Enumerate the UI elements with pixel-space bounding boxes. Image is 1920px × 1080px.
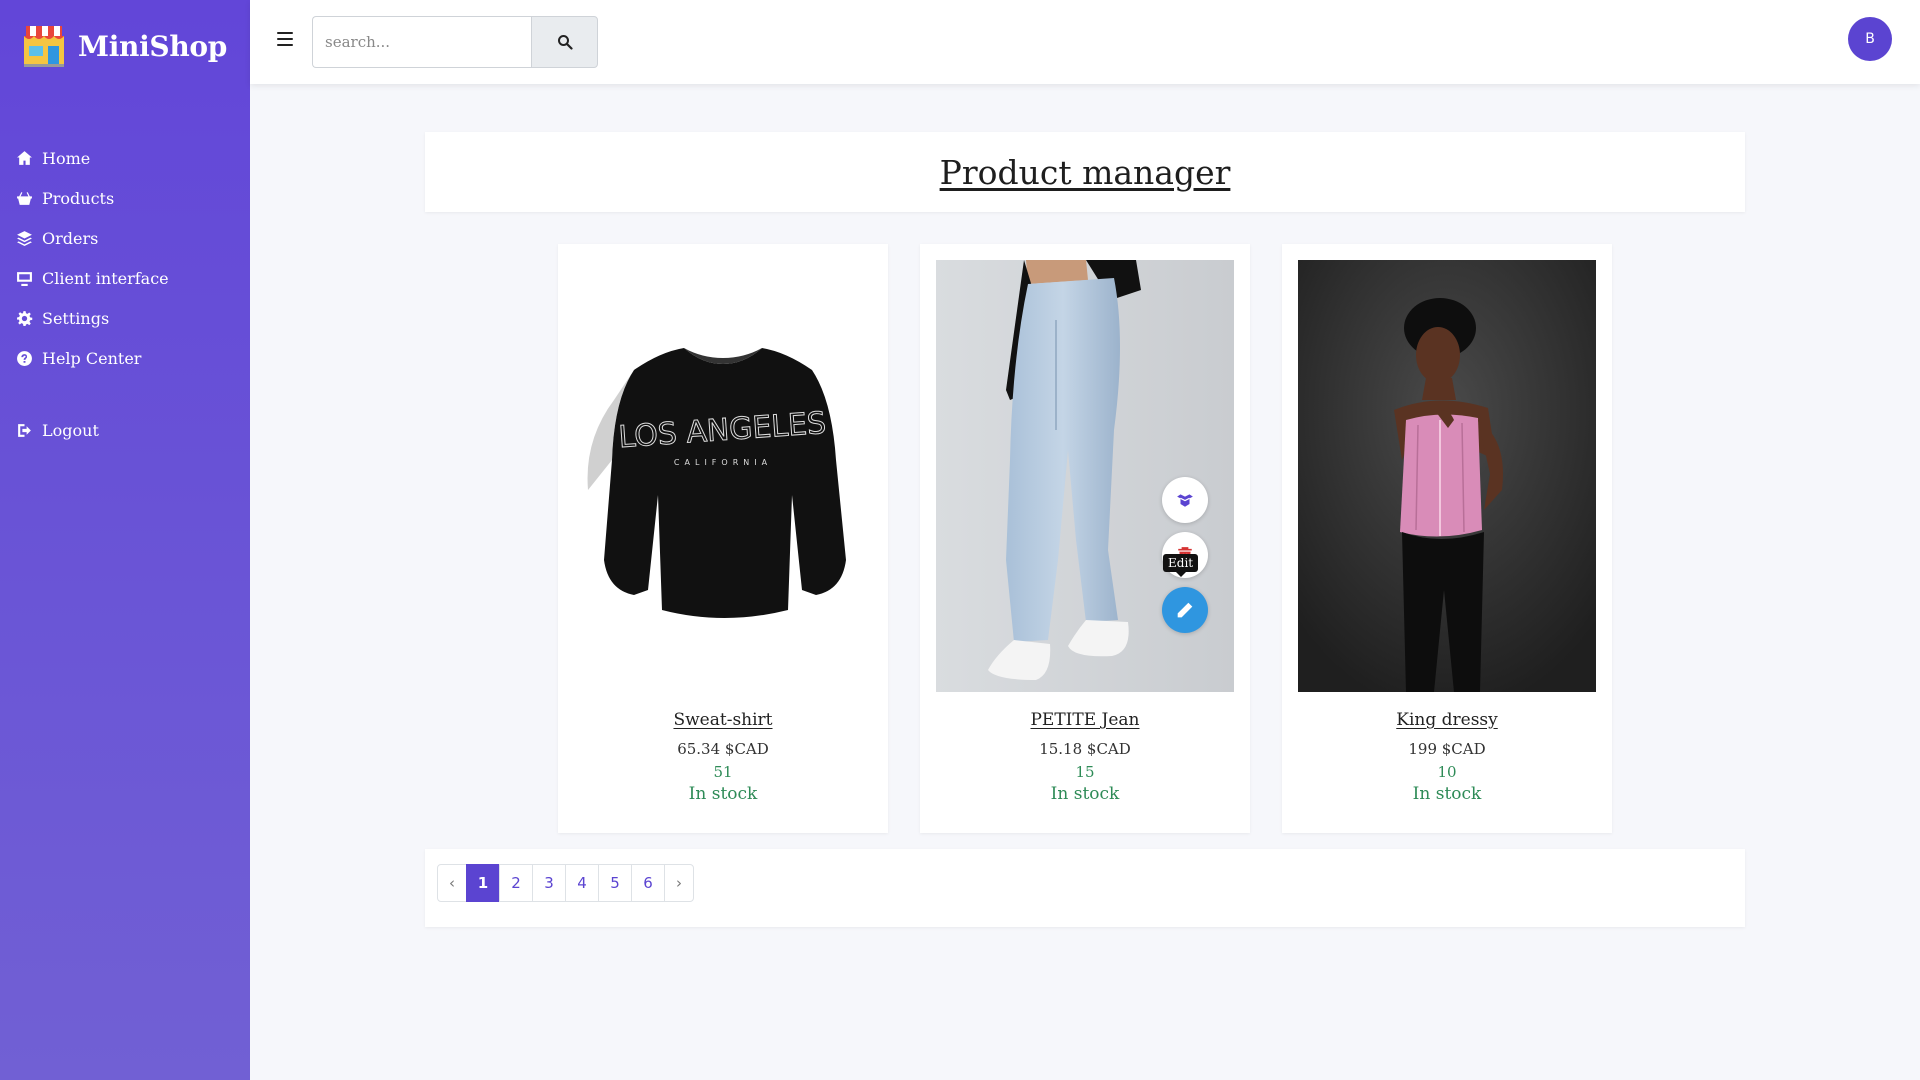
logout-icon — [18, 423, 31, 437]
product-card[interactable]: Edit PETITE Jean 15.18 $CAD 15 In stock — [920, 244, 1250, 833]
page-button-5[interactable]: 5 — [598, 864, 632, 902]
page-button-6[interactable]: 6 — [631, 864, 665, 902]
logout-label: Logout — [42, 420, 99, 440]
product-name[interactable]: King dressy — [1282, 710, 1612, 730]
sidebar-item-help-center[interactable]: Help Center — [16, 338, 169, 378]
product-image: LOS ANGELES CALIFORNIA — [574, 260, 872, 692]
product-price: 65.34 $CAD — [677, 740, 769, 758]
pagination-card: ‹ 1 2 3 4 5 6 › — [425, 849, 1745, 927]
pagination: ‹ 1 2 3 4 5 6 › — [437, 864, 694, 902]
logout-button[interactable]: Logout — [16, 410, 169, 450]
sidebar-item-settings[interactable]: Settings — [16, 298, 169, 338]
product-card[interactable]: King dressy 199 $CAD 10 In stock — [1282, 244, 1612, 833]
product-price: 15.18 $CAD — [1039, 740, 1131, 758]
sidebar-item-label: Products — [42, 188, 115, 208]
stock-status: In stock — [1050, 784, 1120, 804]
svg-text:CALIFORNIA: CALIFORNIA — [674, 458, 772, 467]
page-button-4[interactable]: 4 — [565, 864, 599, 902]
question-circle-icon — [17, 350, 32, 366]
hamburger-line — [277, 32, 293, 34]
sidebar-item-label: Help Center — [42, 348, 142, 368]
sidebar-item-label: Orders — [42, 228, 99, 248]
page-button-2[interactable]: 2 — [499, 864, 533, 902]
sidebar-item-orders[interactable]: Orders — [16, 218, 169, 258]
product-quantity: 15 — [1075, 763, 1095, 781]
basket-icon — [17, 191, 32, 205]
monitor-icon — [17, 271, 32, 286]
sweatshirt-image: LOS ANGELES CALIFORNIA — [574, 260, 872, 692]
sidebar-item-home[interactable]: Home — [16, 138, 169, 178]
prev-page-button[interactable]: ‹ — [437, 864, 467, 902]
stock-status: In stock — [1412, 784, 1482, 804]
product-name[interactable]: PETITE Jean — [920, 710, 1250, 730]
hamburger-line — [277, 38, 293, 40]
brand[interactable]: MiniShop — [20, 22, 227, 70]
stock-action-button[interactable] — [1162, 477, 1208, 523]
edit-tooltip: Edit — [1163, 554, 1199, 577]
sidebar-item-label: Home — [42, 148, 91, 168]
product-name[interactable]: Sweat-shirt — [558, 710, 888, 730]
nav-spacer — [16, 378, 169, 410]
search-bar — [312, 16, 598, 68]
layers-icon — [17, 230, 32, 246]
stock-status: In stock — [688, 784, 758, 804]
sidebar: MiniShop Home Products Orders Client int… — [0, 0, 250, 1080]
product-price: 199 $CAD — [1408, 740, 1486, 758]
pencil-icon — [1177, 602, 1193, 618]
page-button-1[interactable]: 1 — [466, 864, 500, 902]
product-quantity: 51 — [713, 763, 733, 781]
page-title: Product manager — [939, 152, 1231, 192]
box-open-icon — [1177, 494, 1193, 507]
sidebar-nav: Home Products Orders Client interface Se… — [16, 138, 169, 450]
topbar: B — [250, 0, 1920, 84]
search-button[interactable] — [531, 16, 598, 68]
page-title-card: Product manager — [425, 132, 1745, 212]
sidebar-item-products[interactable]: Products — [16, 178, 169, 218]
hamburger-line — [277, 44, 293, 46]
sidebar-item-label: Settings — [42, 308, 110, 328]
product-quantity: 10 — [1437, 763, 1457, 781]
sidebar-item-label: Client interface — [42, 268, 169, 288]
product-image — [1298, 260, 1596, 692]
search-icon — [557, 35, 573, 50]
dress-image — [1298, 260, 1596, 692]
app-name: MiniShop — [78, 29, 228, 63]
avatar[interactable]: B — [1848, 17, 1892, 61]
page-button-3[interactable]: 3 — [532, 864, 566, 902]
gear-icon — [17, 310, 33, 326]
menu-toggle-button[interactable] — [277, 32, 293, 46]
edit-button[interactable] — [1162, 587, 1208, 633]
sidebar-item-client-interface[interactable]: Client interface — [16, 258, 169, 298]
search-input[interactable] — [312, 16, 531, 68]
next-page-button[interactable]: › — [664, 864, 694, 902]
shop-logo-icon — [24, 26, 64, 67]
product-card[interactable]: LOS ANGELES CALIFORNIA Sweat-shirt 65.34… — [558, 244, 888, 833]
home-icon — [17, 150, 32, 165]
